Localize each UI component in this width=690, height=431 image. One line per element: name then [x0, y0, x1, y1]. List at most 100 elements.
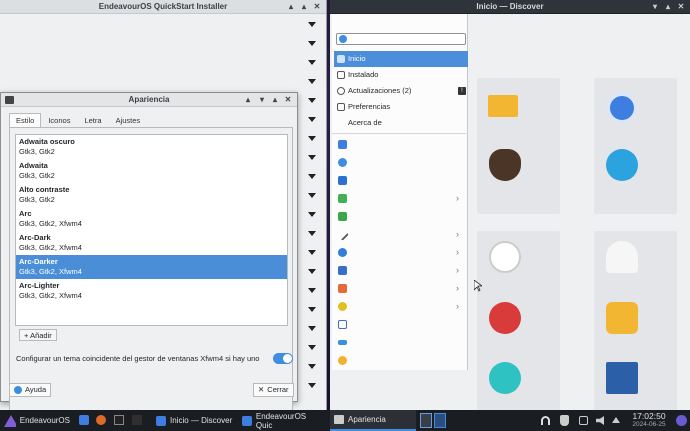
dropdown-arrow-icon[interactable] [308, 193, 316, 198]
task-label: Apariencia [348, 415, 386, 424]
volume-icon[interactable] [596, 416, 604, 425]
dropdown-arrow-icon[interactable] [308, 22, 316, 27]
clipboard-icon[interactable] [579, 416, 588, 425]
theme-support: Gtk3, Gtk2, Xfwm4 [19, 267, 82, 276]
tab-letra[interactable]: Letra [77, 113, 108, 127]
minimize-icon[interactable]: ▾ [257, 95, 267, 105]
theme-list[interactable]: Adwaita oscuro Gtk3, Gtk2 Adwaita Gtk3, … [15, 134, 288, 326]
theme-item[interactable]: Adwaita oscuro Gtk3, Gtk2 [16, 135, 287, 159]
brush-icon [606, 241, 638, 273]
add-theme-button[interactable]: + Añadir [19, 329, 57, 341]
wifi-icon[interactable] [541, 416, 550, 425]
nav-item-inicio[interactable]: Inicio [334, 51, 468, 67]
theme-name: Adwaita [19, 161, 48, 170]
dropdown-arrow-icon[interactable] [308, 288, 316, 293]
dropdown-arrow-icon[interactable] [308, 231, 316, 236]
close-icon[interactable]: ✕ [312, 2, 322, 12]
dropdown-arrow-icon[interactable] [308, 98, 316, 103]
help-label: Ayuda [25, 385, 47, 394]
dropdown-arrow-icon[interactable] [308, 60, 316, 65]
task-installer[interactable]: EndeavourOS Quic [238, 410, 328, 431]
gimp-icon [489, 149, 521, 181]
category-icon[interactable] [338, 340, 347, 345]
installer-icon [242, 415, 252, 426]
tray-expand-icon[interactable] [612, 417, 620, 423]
settings-icon[interactable] [132, 415, 142, 425]
dropdown-arrow-icon[interactable] [308, 250, 316, 255]
category-icon[interactable] [338, 356, 347, 365]
theme-item[interactable]: Arc Gtk3, Gtk2, Xfwm4 [16, 207, 287, 231]
chromium-icon [606, 92, 638, 124]
dropdown-arrow-icon[interactable] [308, 345, 316, 350]
task-apariencia[interactable]: Apariencia [330, 410, 416, 431]
help-button[interactable]: Ayuda [9, 383, 52, 397]
keep-above-icon[interactable]: ▴ [243, 95, 253, 105]
dropdown-arrow-icon[interactable] [308, 117, 316, 122]
close-icon[interactable]: ✕ [283, 95, 293, 105]
search-icon [339, 35, 347, 43]
category-icon[interactable] [338, 176, 347, 185]
search-input[interactable] [336, 33, 466, 45]
maximize-icon[interactable]: ▴ [270, 95, 280, 105]
category-icon[interactable] [338, 284, 347, 293]
dropdown-arrow-icon[interactable] [308, 79, 316, 84]
dropdown-arrow-icon[interactable] [308, 364, 316, 369]
xfwm4-config-toggle[interactable] [273, 353, 293, 364]
user-avatar-icon[interactable] [676, 415, 687, 426]
category-icon[interactable] [338, 140, 347, 149]
app-card[interactable] [594, 139, 677, 214]
dropdown-arrow-icon[interactable] [308, 155, 316, 160]
theme-item[interactable]: Alto contraste Gtk3, Gtk2 [16, 183, 287, 207]
desktop-pager-1[interactable] [420, 413, 432, 428]
category-icon[interactable] [338, 248, 347, 257]
category-icon[interactable] [336, 228, 349, 241]
category-icon[interactable] [338, 212, 347, 221]
telegram-icon [606, 149, 638, 181]
theme-item[interactable]: Arc-Lighter Gtk3, Gtk2, Xfwm4 [16, 279, 287, 303]
category-icon[interactable] [338, 158, 347, 167]
app-card[interactable] [477, 139, 560, 214]
close-icon: ✕ [258, 385, 265, 394]
dropdown-arrow-icon[interactable] [308, 174, 316, 179]
desktop-pager-2[interactable] [434, 413, 446, 428]
category-icon[interactable] [338, 194, 347, 203]
dropdown-arrow-icon[interactable] [308, 307, 316, 312]
terminal-icon[interactable] [114, 415, 124, 425]
tab-ajustes[interactable]: Ajustes [109, 113, 148, 127]
nav-item-instalado[interactable]: Instalado [334, 67, 468, 83]
task-discover[interactable]: Inicio — Discover [152, 410, 246, 431]
dropdown-arrow-icon[interactable] [308, 383, 316, 388]
nav-item-preferencias[interactable]: Preferencias [334, 99, 468, 115]
installed-icon [337, 71, 345, 79]
maximize-icon[interactable]: ▴ [663, 2, 673, 12]
firefox-icon[interactable] [96, 415, 106, 425]
theme-item[interactable]: Adwaita Gtk3, Gtk2 [16, 159, 287, 183]
dropdown-arrow-icon[interactable] [308, 326, 316, 331]
apariencia-title: Apariencia [128, 95, 170, 104]
close-icon[interactable]: ✕ [676, 2, 686, 12]
tab-estilo[interactable]: Estilo [9, 113, 42, 127]
tab-iconos[interactable]: Iconos [41, 113, 77, 127]
theme-item[interactable]: Arc-Dark Gtk3, Gtk2, Xfwm4 [16, 231, 287, 255]
nav-item-acerca[interactable]: Acerca de [334, 115, 468, 131]
close-button[interactable]: ✕ Cerrar [253, 383, 294, 397]
dropdown-arrow-icon[interactable] [308, 212, 316, 217]
theme-item-selected[interactable]: Arc-Darker Gtk3, Gtk2, Xfwm4 [16, 255, 287, 279]
clock[interactable]: 17:02:50 2024-06-25 [628, 411, 670, 429]
minimize-icon[interactable]: ▴ [286, 2, 296, 12]
dropdown-arrow-icon[interactable] [308, 41, 316, 46]
dropdown-arrow-icon[interactable] [308, 269, 316, 274]
category-icon[interactable] [338, 302, 347, 311]
shield-icon[interactable] [560, 415, 569, 426]
category-icon[interactable] [338, 266, 347, 275]
nav-item-actualizaciones[interactable]: Actualizaciones (2) ! [334, 83, 468, 99]
clock-time: 17:02:50 [632, 411, 666, 421]
category-icon[interactable] [338, 320, 347, 329]
file-manager-icon[interactable] [79, 415, 89, 425]
maximize-icon[interactable]: ▴ [299, 2, 309, 12]
start-menu-button[interactable]: EndeavourOS [0, 410, 74, 431]
discover-sidebar: Inicio Instalado Actualizaciones (2) ! P… [332, 14, 468, 370]
dropdown-arrow-icon[interactable] [308, 136, 316, 141]
minimize-icon[interactable]: ▾ [650, 2, 660, 12]
chevron-right-icon: › [456, 193, 459, 203]
